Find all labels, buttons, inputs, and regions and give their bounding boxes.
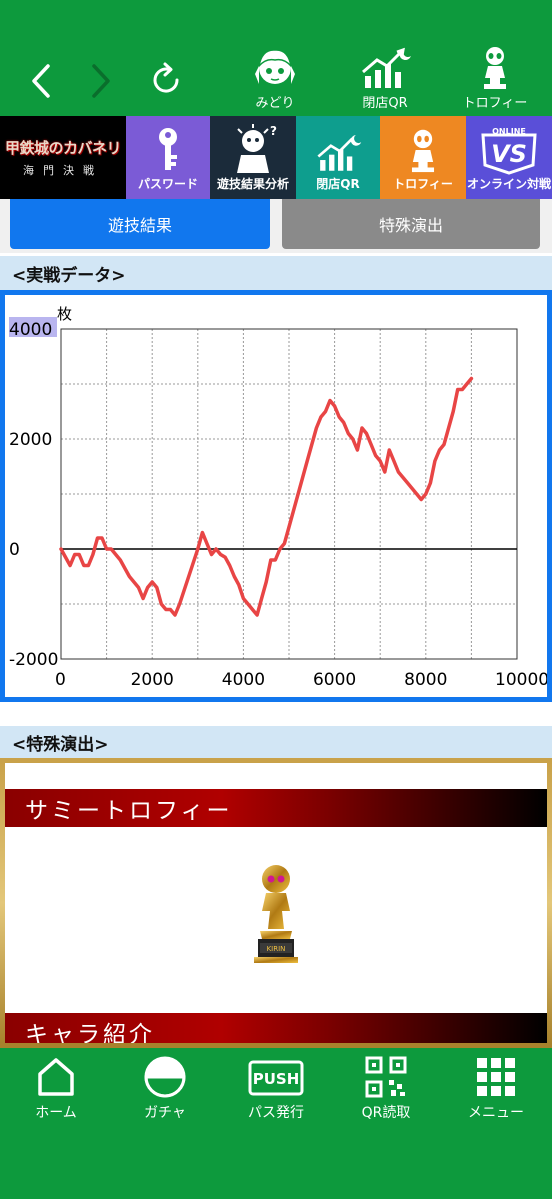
gacha-label: ガチャ bbox=[144, 1105, 186, 1121]
slump-chart: -2000020004000枚0200040006000800010000G bbox=[9, 305, 547, 690]
push-badge-icon: PUSH bbox=[248, 1060, 304, 1096]
battle-data-heading: <実戦データ> bbox=[0, 256, 552, 290]
home-label: ホーム bbox=[35, 1105, 77, 1121]
gacha-button[interactable]: ガチャ bbox=[115, 1054, 215, 1122]
tab-bar: 遊技結果 特殊演出 bbox=[0, 199, 552, 253]
y-tick-label: 0 bbox=[9, 540, 20, 560]
menu-label: メニュー bbox=[468, 1105, 524, 1121]
analysis-label: 遊技結果分析 bbox=[216, 177, 289, 191]
chart-moon-icon bbox=[317, 135, 362, 171]
trophy-tile[interactable]: トロフィー bbox=[380, 116, 466, 199]
game-logo[interactable]: 甲鉄城のカバネリ 海門決戦 bbox=[0, 116, 126, 199]
push-badge-text: PUSH bbox=[253, 1070, 300, 1088]
character-intro-banner[interactable]: キャラ紹介 bbox=[5, 1013, 547, 1043]
reload-button[interactable] bbox=[136, 44, 196, 114]
trophy-figure-icon bbox=[411, 129, 435, 173]
gold-trophy: KIRIN bbox=[246, 859, 306, 969]
x-tick-label: 2000 bbox=[131, 670, 174, 690]
analysis-tile[interactable]: ? 遊技結果分析 bbox=[210, 116, 296, 199]
grid-menu-icon bbox=[477, 1058, 515, 1096]
trophy-label: トロフィー bbox=[462, 96, 528, 111]
closing-qr-button[interactable]: 閉店QR bbox=[355, 44, 415, 114]
y-tick-label: 4000 bbox=[9, 320, 52, 340]
pass-issue-label: パス発行 bbox=[248, 1105, 304, 1121]
reload-icon bbox=[153, 62, 179, 93]
x-tick-label: 6000 bbox=[313, 670, 356, 690]
gacha-capsule-icon bbox=[144, 1056, 186, 1098]
online-battle-label: オンライン対戦 bbox=[466, 177, 551, 191]
app-screen: みどり 閉店QR トロフィー 甲鉄城のカバネリ 海門決戦 パスワード ? 遊技結… bbox=[0, 0, 552, 1199]
chart-panel: -2000020004000枚0200040006000800010000G bbox=[0, 290, 552, 702]
chart-moon-icon bbox=[362, 47, 411, 88]
qr-read-label: QR読取 bbox=[361, 1105, 411, 1121]
top-nav: みどり 閉店QR トロフィー bbox=[0, 0, 552, 116]
back-button[interactable] bbox=[10, 44, 70, 114]
home-button[interactable]: ホーム bbox=[6, 1054, 106, 1122]
trophy-banner[interactable]: サミートロフィー bbox=[5, 789, 547, 827]
qr-code-icon bbox=[365, 1056, 407, 1098]
trophy-tile-label: トロフィー bbox=[393, 177, 453, 191]
trophy-base-text: KIRIN bbox=[267, 945, 286, 953]
gold-trophy-icon: KIRIN bbox=[254, 865, 298, 963]
x-tick-label: 0 bbox=[55, 670, 66, 690]
closing-qr-tile-label: 閉店QR bbox=[316, 177, 360, 191]
analysis-figure-icon: ? bbox=[237, 124, 277, 173]
password-tile[interactable]: パスワード bbox=[126, 116, 210, 199]
online-badge-text: ONLINE bbox=[492, 127, 526, 136]
menu-tiles: 甲鉄城のカバネリ 海門決戦 パスワード ? 遊技結果分析 閉店QR トロフィー … bbox=[0, 116, 552, 199]
y-tick-label: -2000 bbox=[9, 650, 58, 670]
mascot-icon bbox=[255, 49, 295, 84]
chevron-right-icon bbox=[92, 64, 110, 98]
x-tick-label: 10000G bbox=[495, 670, 547, 690]
mascot-button[interactable]: みどり bbox=[245, 44, 305, 114]
logo-subtitle: 海門決戦 bbox=[23, 164, 103, 177]
trophy-button[interactable]: トロフィー bbox=[462, 44, 528, 114]
key-icon bbox=[159, 128, 177, 170]
forward-button[interactable] bbox=[70, 44, 130, 114]
tab-special-effects[interactable]: 特殊演出 bbox=[282, 199, 540, 249]
online-battle-tile[interactable]: ONLINE VS オンライン対戦 bbox=[466, 116, 552, 199]
bottom-nav: ホーム ガチャ PUSH パス発行 QR読取 メニュー bbox=[0, 1048, 552, 1199]
x-tick-label: 4000 bbox=[222, 670, 265, 690]
spacer bbox=[0, 702, 552, 726]
vs-badge-icon: ONLINE VS bbox=[481, 127, 537, 175]
pass-issue-button[interactable]: PUSH パス発行 bbox=[226, 1054, 326, 1122]
special-effects-heading: <特殊演出> bbox=[0, 726, 552, 758]
y-unit-label: 枚 bbox=[57, 305, 72, 323]
closing-qr-tile[interactable]: 閉店QR bbox=[296, 116, 380, 199]
y-tick-label: 2000 bbox=[9, 430, 52, 450]
svg-text:?: ? bbox=[270, 124, 277, 138]
closing-qr-label: 閉店QR bbox=[362, 96, 408, 111]
mascot-label: みどり bbox=[255, 96, 295, 111]
x-tick-label: 8000 bbox=[404, 670, 447, 690]
vs-text: VS bbox=[491, 140, 527, 168]
qr-read-button[interactable]: QR読取 bbox=[336, 1054, 436, 1122]
series-line bbox=[59, 376, 474, 617]
logo-title: 甲鉄城のカバネリ bbox=[4, 139, 122, 157]
special-effects-panel: サミートロフィー KIRIN キャラ紹介 bbox=[0, 758, 552, 1048]
tab-play-result[interactable]: 遊技結果 bbox=[10, 199, 270, 249]
home-icon bbox=[38, 1058, 74, 1096]
password-label: パスワード bbox=[137, 177, 198, 191]
chevron-left-icon bbox=[32, 64, 50, 98]
menu-button[interactable]: メニュー bbox=[446, 1054, 546, 1122]
trophy-figure-icon bbox=[484, 47, 506, 89]
